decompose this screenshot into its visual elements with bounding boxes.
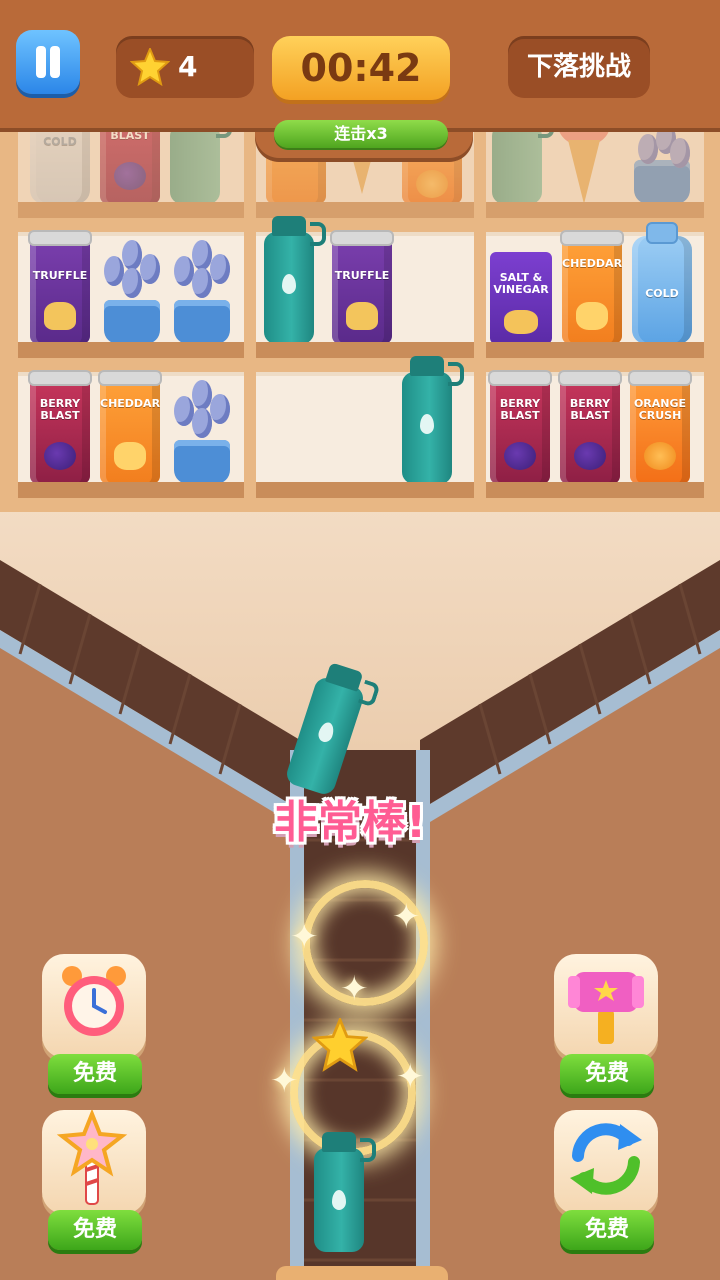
star-count: 4 [178, 50, 198, 83]
potted-plant[interactable] [98, 234, 166, 344]
berry-blast-can[interactable]: BERRY BLAST [28, 370, 92, 484]
star-icon [130, 48, 170, 86]
teal-bottle[interactable] [170, 108, 232, 204]
shelf-slot: TRUFFLE [256, 216, 474, 358]
praise-text: 非常棒! [273, 797, 427, 848]
countdown-timer: 00:42 [300, 46, 422, 90]
alarm-clock-icon [62, 966, 126, 1036]
sparkle-star-icon: ✦ [396, 1057, 425, 1097]
belt-bottle[interactable] [314, 1132, 376, 1252]
game-stage: COLD BERRY BLAST TRUFFLE TRUFFLE [0, 0, 720, 1280]
hammer-icon [568, 972, 644, 1044]
potted-plant[interactable] [168, 234, 236, 344]
cheddar-can[interactable]: CHEDDAR [560, 230, 624, 344]
sparkle-star-icon: ✦ [340, 969, 369, 1009]
truffle-can[interactable]: TRUFFLE [28, 230, 92, 344]
orange-crush-can[interactable]: ORANGE CRUSH [628, 370, 692, 484]
potted-plant[interactable] [168, 374, 236, 484]
shelf-slot: TRUFFLE [18, 230, 244, 358]
top-hud: 4 00:42 下落挑战 [0, 0, 720, 128]
free-label: 免费 [560, 1054, 654, 1094]
sparkle-star-icon: ✦ [290, 917, 319, 957]
fall-challenge-button[interactable]: 下落挑战 [508, 36, 650, 98]
powerup-star-wand[interactable]: 免费 [42, 1110, 146, 1250]
product-shelf: COLD BERRY BLAST TRUFFLE TRUFFLE [0, 82, 720, 512]
bottom-tray [276, 1266, 448, 1280]
shuffle-arrows-icon [570, 1123, 642, 1195]
shelf-slot: BERRY BLAST CHEDDAR [18, 370, 244, 498]
star-counter: 4 [116, 36, 254, 98]
pause-button[interactable] [16, 30, 80, 94]
timer-box: 00:42 [272, 36, 450, 100]
berry-blast-can[interactable]: BERRY BLAST [558, 370, 622, 484]
teal-bottle[interactable] [402, 356, 464, 484]
sparkle-star-icon: ✦ [392, 897, 421, 937]
berry-blast-can[interactable]: BERRY BLAST [488, 370, 552, 484]
combo-badge: 连击x3 [274, 120, 448, 148]
star-wand-icon [56, 1110, 128, 1205]
sparkle-star-icon: ✦ [270, 1061, 299, 1101]
free-label: 免费 [48, 1054, 142, 1094]
truffle-can[interactable]: TRUFFLE [330, 230, 394, 344]
salt-vinegar-chips[interactable]: SALT & VINEGAR [490, 252, 552, 344]
powerup-hammer[interactable]: 免费 [554, 954, 658, 1094]
teal-bottle[interactable] [264, 216, 326, 344]
shelf-slot: SALT & VINEGAR CHEDDAR COLD [486, 222, 704, 358]
shelf-slot [256, 356, 474, 498]
powerup-shuffle[interactable]: 免费 [554, 1110, 658, 1250]
collected-star-icon [312, 1018, 368, 1072]
powerup-alarm-clock[interactable]: 免费 [42, 954, 146, 1094]
cheddar-can[interactable]: CHEDDAR [98, 370, 162, 484]
free-label: 免费 [560, 1210, 654, 1250]
cold-can[interactable]: COLD [632, 222, 692, 344]
free-label: 免费 [48, 1210, 142, 1250]
teal-bottle[interactable] [492, 108, 554, 204]
shelf-slot: BERRY BLAST BERRY BLAST ORANGE CRUSH [486, 370, 704, 498]
